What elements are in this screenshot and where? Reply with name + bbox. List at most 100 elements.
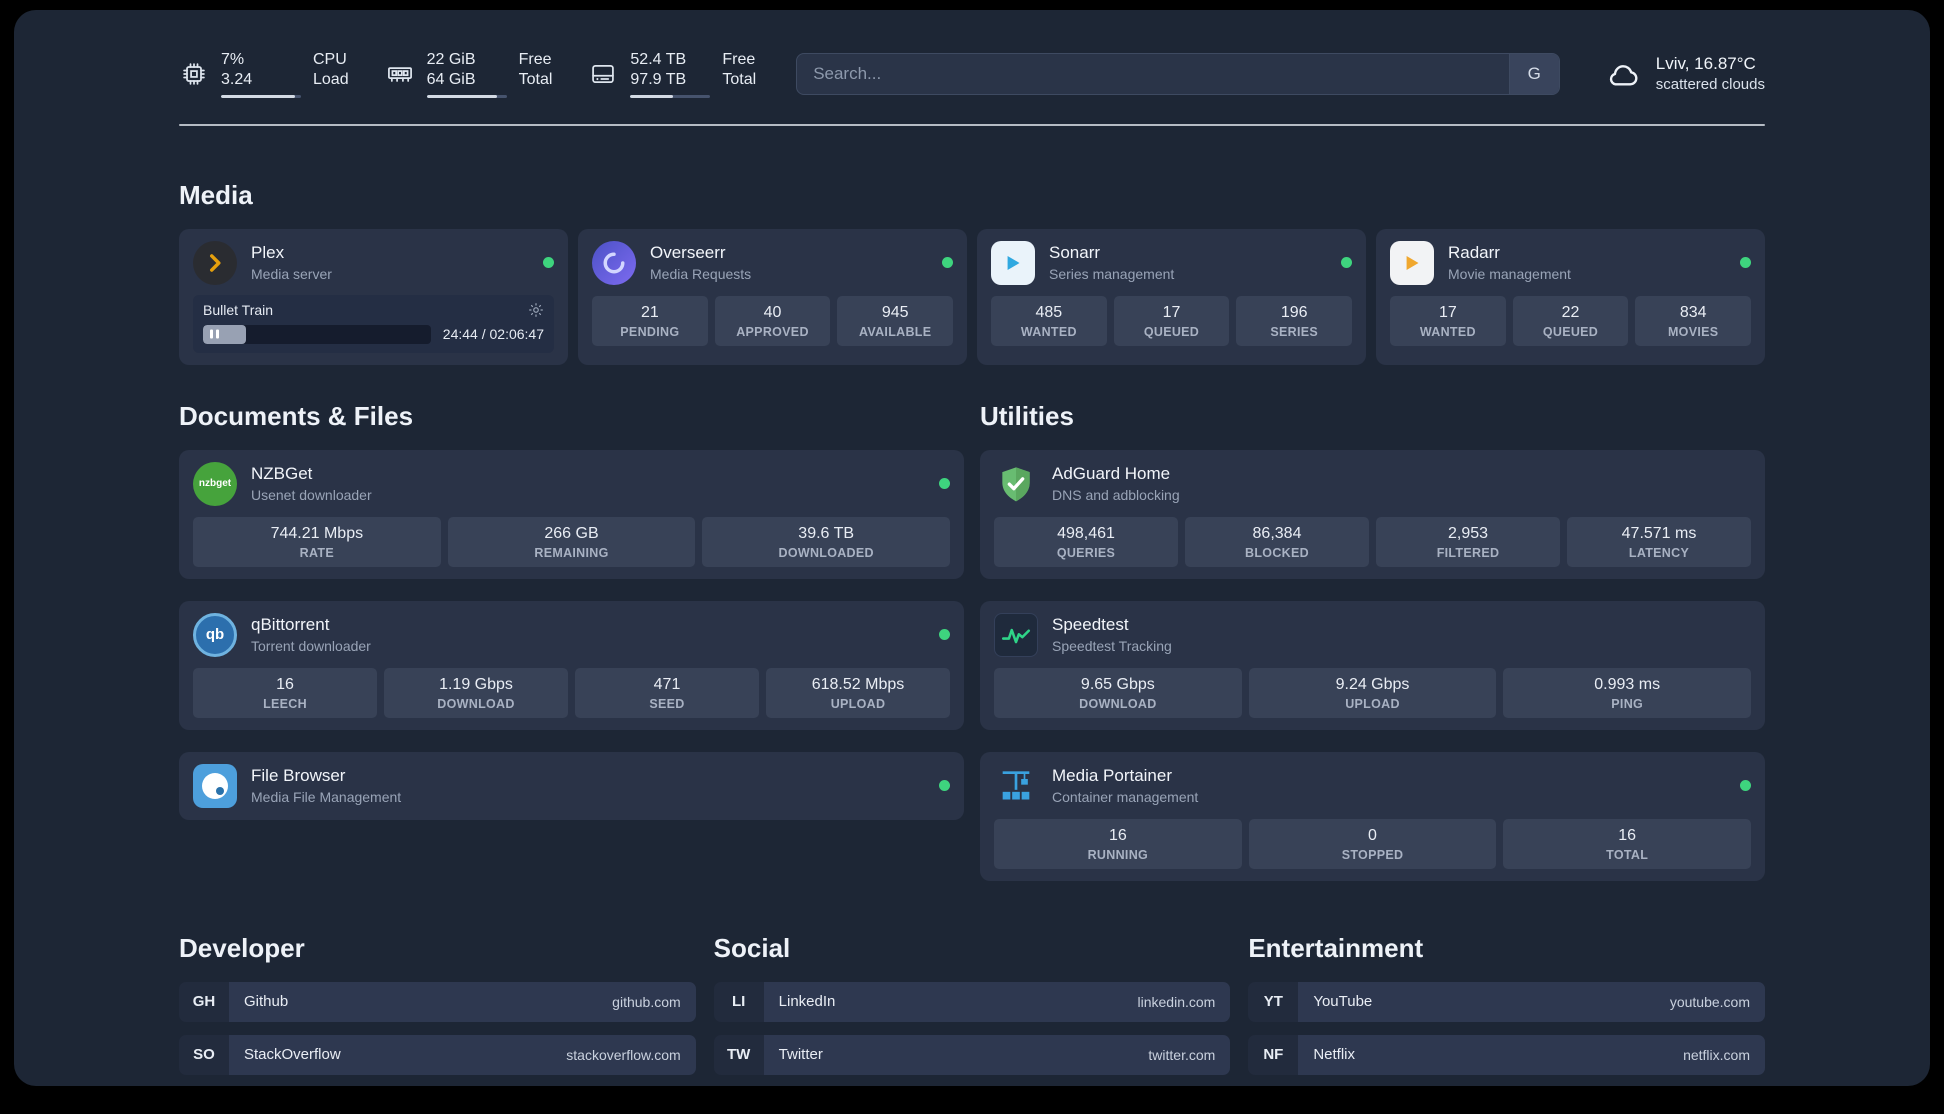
stat-value: 471	[653, 675, 681, 693]
disk-label-top: Free	[722, 51, 756, 68]
stat-label: BLOCKED	[1245, 545, 1309, 560]
service-card-portainer[interactable]: Media Portainer Container management 16 …	[980, 751, 1765, 881]
stats-row: 498,461 QUERIES 86,384 BLOCKED 2,953 FIL…	[994, 516, 1751, 567]
cpu-icon	[179, 59, 209, 89]
memory-label-top: Free	[518, 51, 552, 68]
utilities-card-stack: AdGuard Home DNS and adblocking 498,461 …	[980, 449, 1765, 881]
service-card-adguard[interactable]: AdGuard Home DNS and adblocking 498,461 …	[980, 449, 1765, 579]
service-card-nzbget[interactable]: nzbget NZBGet Usenet downloader 744.21 M…	[179, 449, 964, 579]
playback-progress-bar[interactable]	[203, 324, 431, 344]
disk-label-bottom: Total	[722, 71, 757, 89]
dashboard-page: 7% 3.24 CPU Load 22 GiB 64 GiB Free Tota…	[14, 10, 1930, 1086]
bookmark-rows: YT YouTube youtube.com NF Netflix netfli…	[1248, 981, 1765, 1086]
stat-value: 9.24 Gbps	[1335, 675, 1410, 693]
stat-label: LEECH	[263, 696, 307, 711]
bookmark-netflix[interactable]: NF Netflix netflix.com	[1248, 1034, 1765, 1075]
bookmark-stackoverflow[interactable]: SO StackOverflow stackoverflow.com	[179, 1034, 696, 1075]
stat-label: RATE	[299, 545, 334, 560]
search-input[interactable]	[797, 53, 1509, 94]
disk-values: 52.4 TB 97.9 TB	[630, 50, 711, 98]
memory-labels: Free Total	[519, 50, 553, 98]
service-card-radarr[interactable]: Radarr Movie management 17 WANTED 22 QUE…	[1376, 228, 1765, 365]
stat-value: 744.21 Mbps	[270, 524, 364, 542]
service-subtitle: Usenet downloader	[251, 487, 372, 504]
filebrowser-disc	[202, 772, 228, 799]
nzbget-icon: nzbget	[193, 461, 237, 506]
cpu-meter-fill	[221, 94, 295, 98]
service-titles: qBittorrent Torrent downloader	[251, 615, 371, 654]
bookmark-youtube[interactable]: YT YouTube youtube.com	[1248, 981, 1765, 1022]
stat-available: 945 AVAILABLE	[837, 295, 954, 346]
bookmark-abbr: YT	[1248, 981, 1299, 1022]
stat-value: 1.19 Gbps	[439, 675, 513, 693]
stat-label: STOPPED	[1341, 847, 1404, 862]
bookmark-group-entertainment: Entertainment YT YouTube youtube.com NF …	[1248, 933, 1765, 1086]
stat-total: 16 TOTAL	[1503, 818, 1752, 869]
stat-value: 17	[1438, 303, 1457, 321]
service-card-plex[interactable]: Plex Media server Bullet Train 24:44 / 0…	[179, 228, 568, 365]
service-titles: Speedtest Speedtest Tracking	[1052, 615, 1172, 654]
stat-value: 0.993 ms	[1594, 675, 1661, 693]
bookmark-linkedin[interactable]: LI LinkedIn linkedin.com	[713, 981, 1231, 1022]
pause-icon[interactable]	[210, 329, 219, 339]
sonarr-icon	[991, 240, 1035, 285]
service-titles: Plex Media server	[251, 243, 332, 282]
bookmark-abbr: GH	[179, 981, 229, 1022]
stat-value: 485	[1035, 303, 1063, 321]
search-provider-button[interactable]: G	[1508, 53, 1559, 94]
status-dot	[1341, 257, 1352, 269]
memory-values: 22 GiB 64 GiB	[426, 50, 507, 98]
disk-total-value: 97.9 TB	[630, 71, 687, 89]
bookmark-name: Github	[244, 993, 289, 1011]
status-dot	[1740, 257, 1751, 269]
bookmark-name: StackOverflow	[244, 1046, 341, 1064]
gear-icon[interactable]	[528, 302, 544, 318]
service-card-qbittorrent[interactable]: qb qBittorrent Torrent downloader 16 LEE…	[179, 600, 964, 730]
media-grid: Plex Media server Bullet Train 24:44 / 0…	[179, 228, 1765, 365]
cloud-icon	[1604, 55, 1642, 93]
stat-value: 2,953	[1447, 524, 1489, 542]
player-bottom-row: 24:44 / 02:06:47	[203, 324, 544, 344]
bookmark-github[interactable]: GH Github github.com	[179, 981, 696, 1022]
memory-meter	[426, 94, 507, 98]
stat-label: UPLOAD	[830, 696, 886, 711]
memory-label-bottom: Total	[518, 71, 553, 89]
service-card-speedtest[interactable]: Speedtest Speedtest Tracking 9.65 Gbps D…	[980, 600, 1765, 730]
resource-widgets: 7% 3.24 CPU Load 22 GiB 64 GiB Free Tota…	[179, 50, 756, 98]
service-name: NZBGet	[251, 464, 313, 484]
portainer-icon	[994, 764, 1038, 808]
section-title-developer: Developer	[179, 932, 305, 963]
stats-row: 16 LEECH 1.19 Gbps DOWNLOAD 471 SEED 618…	[193, 667, 950, 718]
service-card-sonarr[interactable]: Sonarr Series management 485 WANTED 17 Q…	[977, 228, 1366, 365]
memory-free-value: 22 GiB	[426, 51, 476, 68]
stat-seed: 471 SEED	[575, 667, 759, 718]
nzbget-icon-text: nzbget	[198, 478, 232, 490]
stat-download: 9.65 Gbps DOWNLOAD	[994, 667, 1242, 718]
stat-label: MOVIES	[1667, 324, 1719, 339]
bookmark-pill: LinkedIn linkedin.com	[763, 981, 1231, 1022]
card-header: nzbget NZBGet Usenet downloader	[193, 461, 950, 506]
service-subtitle: Container management	[1052, 789, 1199, 806]
section-documents-files: Documents & Files nzbget NZBGet Usenet d…	[179, 365, 964, 820]
service-subtitle: Media File Management	[251, 789, 402, 806]
stat-filtered: 2,953 FILTERED	[1376, 516, 1560, 567]
disk-free-value: 52.4 TB	[630, 51, 687, 68]
bookmark-url: linkedin.com	[1137, 993, 1216, 1010]
card-header: Radarr Movie management	[1390, 240, 1751, 285]
stat-label: REMAINING	[534, 545, 609, 560]
service-subtitle: Media server	[251, 266, 332, 283]
bookmark-twitter[interactable]: TW Twitter twitter.com	[713, 1034, 1231, 1075]
card-header: Sonarr Series management	[991, 240, 1352, 285]
bookmarks-area: Developer GH Github github.com SO StackO…	[179, 933, 1765, 1086]
stat-value: 47.571 ms	[1621, 524, 1697, 542]
stat-upload: 618.52 Mbps UPLOAD	[766, 667, 950, 718]
service-name: Plex	[251, 243, 285, 263]
stat-label: FILTERED	[1436, 545, 1500, 560]
bookmark-pill: StackOverflow stackoverflow.com	[229, 1034, 696, 1075]
service-card-overseerr[interactable]: Overseerr Media Requests 21 PENDING 40 A…	[578, 228, 967, 365]
bookmark-pill: Netflix netflix.com	[1298, 1034, 1765, 1075]
stat-queries: 498,461 QUERIES	[994, 516, 1178, 567]
stat-label: SERIES	[1270, 324, 1318, 339]
cpu-widget: 7% 3.24 CPU Load	[179, 50, 349, 98]
service-card-filebrowser[interactable]: File Browser Media File Management	[179, 751, 964, 820]
